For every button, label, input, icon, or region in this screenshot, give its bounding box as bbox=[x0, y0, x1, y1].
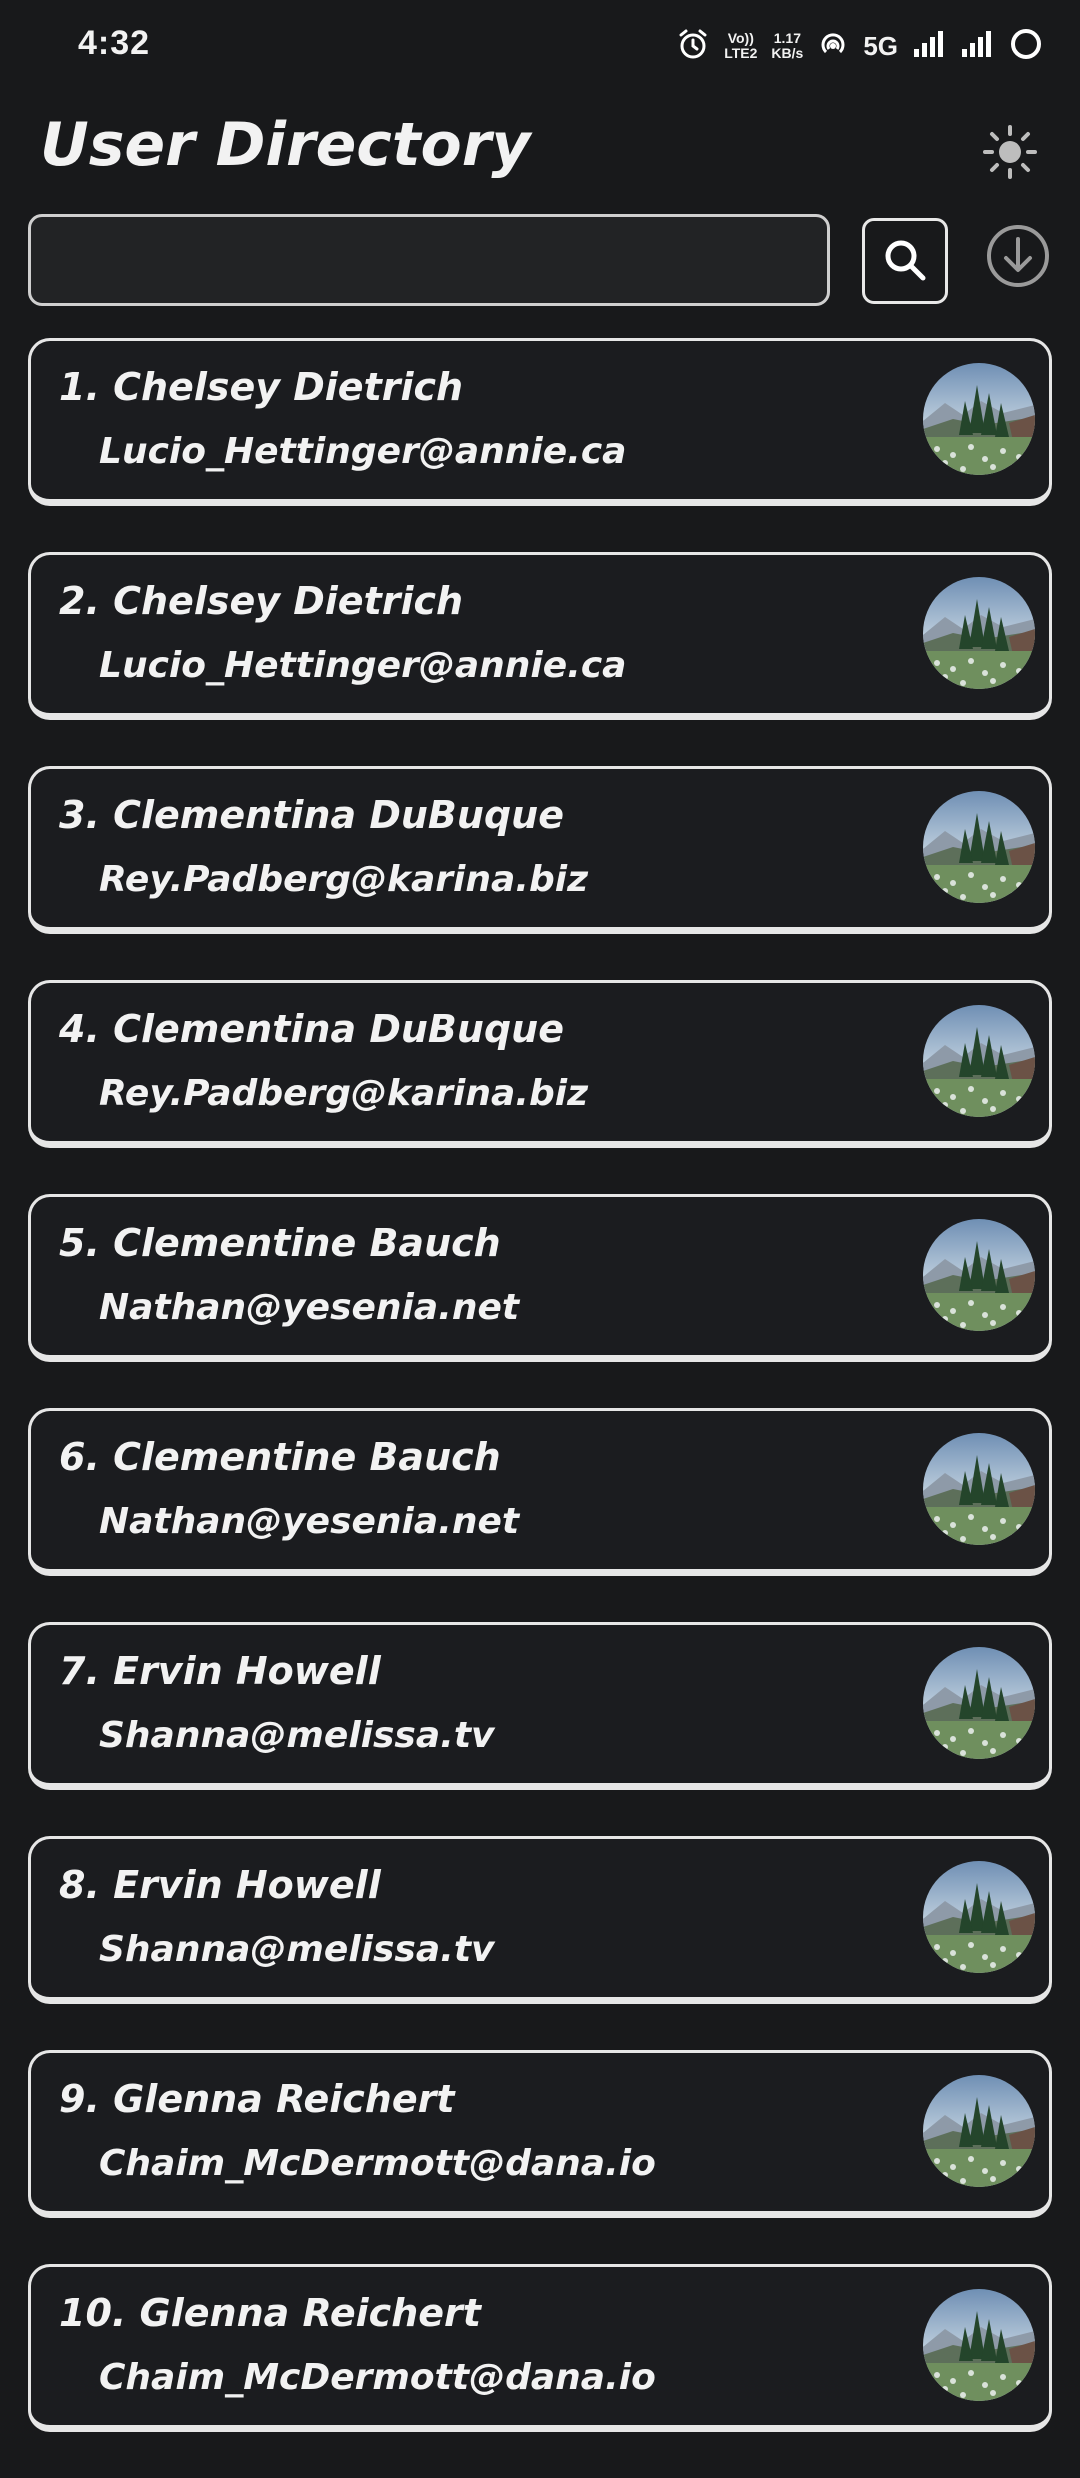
user-email: Nathan@yesenia.net bbox=[99, 1287, 520, 1328]
signal-icon-2 bbox=[960, 29, 994, 64]
avatar bbox=[923, 1219, 1035, 1331]
user-email: Nathan@yesenia.net bbox=[99, 1501, 520, 1542]
network-speed: 1.17 KB/s bbox=[771, 30, 804, 61]
landscape-avatar-icon bbox=[923, 2075, 1035, 2187]
status-time: 4:32 bbox=[78, 24, 151, 62]
landscape-avatar-icon bbox=[923, 2289, 1035, 2401]
user-email: Shanna@melissa.tv bbox=[99, 1929, 495, 1970]
landscape-avatar-icon bbox=[923, 791, 1035, 903]
landscape-avatar-icon bbox=[923, 577, 1035, 689]
user-name: 2. Chelsey Dietrich bbox=[59, 579, 464, 623]
landscape-avatar-icon bbox=[923, 1219, 1035, 1331]
user-email: Shanna@melissa.tv bbox=[99, 1715, 495, 1756]
user-name: 6. Clementine Bauch bbox=[59, 1435, 501, 1479]
user-name: 9. Glenna Reichert bbox=[59, 2077, 455, 2121]
user-name: 8. Ervin Howell bbox=[59, 1863, 381, 1907]
user-card[interactable]: 5. Clementine Bauch Nathan@yesenia.net bbox=[28, 1194, 1052, 1362]
user-name: 3. Clementina DuBuque bbox=[59, 793, 564, 837]
volte-indicator: Vo)) LTE2 bbox=[724, 30, 758, 61]
user-card[interactable]: 4. Clementina DuBuque Rey.Padberg@karina… bbox=[28, 980, 1052, 1148]
app-header: User Directory bbox=[0, 100, 1080, 210]
avatar bbox=[923, 791, 1035, 903]
user-name: 5. Clementine Bauch bbox=[59, 1221, 501, 1265]
page-title: User Directory bbox=[40, 110, 531, 180]
download-icon bbox=[985, 223, 1051, 293]
user-card[interactable]: 8. Ervin Howell Shanna@melissa.tv bbox=[28, 1836, 1052, 2004]
avatar bbox=[923, 577, 1035, 689]
landscape-avatar-icon bbox=[923, 1005, 1035, 1117]
user-card[interactable]: 3. Clementina DuBuque Rey.Padberg@karina… bbox=[28, 766, 1052, 934]
user-card[interactable]: 6. Clementine Bauch Nathan@yesenia.net bbox=[28, 1408, 1052, 1576]
user-name: 7. Ervin Howell bbox=[59, 1649, 381, 1693]
download-button[interactable] bbox=[982, 222, 1054, 294]
user-email: Rey.Padberg@karina.biz bbox=[99, 859, 589, 900]
search-icon bbox=[880, 235, 930, 288]
landscape-avatar-icon bbox=[923, 363, 1035, 475]
status-bar: 4:32 Vo)) LTE2 1.17 KB/s 5G bbox=[0, 0, 1080, 92]
alarm-icon bbox=[676, 27, 710, 66]
user-card[interactable]: 9. Glenna Reichert Chaim_McDermott@dana.… bbox=[28, 2050, 1052, 2218]
status-icons: Vo)) LTE2 1.17 KB/s 5G bbox=[676, 22, 1044, 70]
user-email: Lucio_Hettinger@annie.ca bbox=[99, 431, 627, 472]
user-list: 1. Chelsey Dietrich Lucio_Hettinger@anni… bbox=[28, 338, 1052, 2478]
hotspot-icon bbox=[817, 28, 849, 65]
search-row bbox=[28, 214, 1052, 310]
battery-icon bbox=[1008, 26, 1044, 67]
avatar bbox=[923, 1647, 1035, 1759]
user-email: Chaim_McDermott@dana.io bbox=[99, 2357, 656, 2398]
avatar bbox=[923, 363, 1035, 475]
user-card[interactable]: 2. Chelsey Dietrich Lucio_Hettinger@anni… bbox=[28, 552, 1052, 720]
avatar bbox=[923, 2289, 1035, 2401]
landscape-avatar-icon bbox=[923, 1433, 1035, 1545]
avatar bbox=[923, 1433, 1035, 1545]
user-name: 1. Chelsey Dietrich bbox=[59, 365, 464, 409]
user-email: Lucio_Hettinger@annie.ca bbox=[99, 645, 627, 686]
user-email: Rey.Padberg@karina.biz bbox=[99, 1073, 589, 1114]
user-email: Chaim_McDermott@dana.io bbox=[99, 2143, 656, 2184]
user-card[interactable]: 10. Glenna Reichert Chaim_McDermott@dana… bbox=[28, 2264, 1052, 2432]
landscape-avatar-icon bbox=[923, 1647, 1035, 1759]
user-card[interactable]: 1. Chelsey Dietrich Lucio_Hettinger@anni… bbox=[28, 338, 1052, 506]
theme-toggle-button[interactable] bbox=[980, 124, 1040, 184]
user-card[interactable]: 7. Ervin Howell Shanna@melissa.tv bbox=[28, 1622, 1052, 1790]
user-name: 10. Glenna Reichert bbox=[59, 2291, 481, 2335]
user-name: 4. Clementina DuBuque bbox=[59, 1007, 564, 1051]
search-input[interactable] bbox=[28, 214, 830, 306]
landscape-avatar-icon bbox=[923, 1861, 1035, 1973]
sun-icon bbox=[982, 124, 1038, 184]
avatar bbox=[923, 1005, 1035, 1117]
avatar bbox=[923, 2075, 1035, 2187]
network-type: 5G bbox=[863, 30, 898, 61]
avatar bbox=[923, 1861, 1035, 1973]
search-button[interactable] bbox=[862, 218, 948, 304]
signal-icon-1 bbox=[912, 29, 946, 64]
